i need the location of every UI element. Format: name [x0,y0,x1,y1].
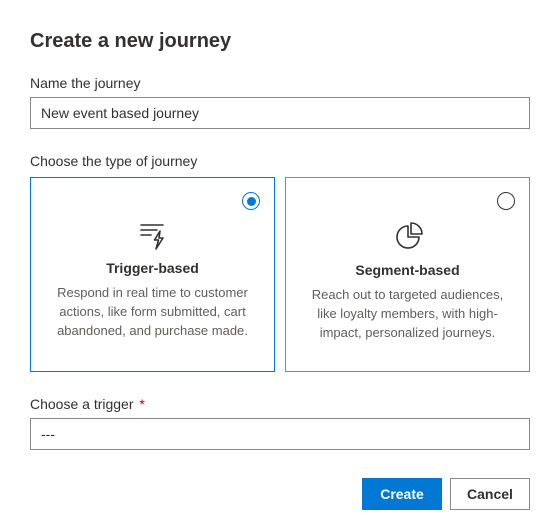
radio-unselected-icon [497,192,515,210]
cancel-button[interactable]: Cancel [450,478,530,510]
required-asterisk-icon: * [139,396,144,412]
journey-type-trigger-based[interactable]: Trigger-based Respond in real time to cu… [30,177,275,372]
trigger-input[interactable] [30,418,530,450]
journey-type-segment-based[interactable]: Segment-based Reach out to targeted audi… [285,177,530,372]
card-description: Respond in real time to customer actions… [47,284,258,341]
type-label: Choose the type of journey [30,153,530,169]
dialog-buttons: Create Cancel [30,478,530,510]
radio-selected-icon [242,192,260,210]
card-description: Reach out to targeted audiences, like lo… [302,286,513,343]
card-title: Segment-based [302,262,513,278]
trigger-icon [47,222,258,250]
name-label: Name the journey [30,75,530,91]
trigger-label: Choose a trigger * [30,396,530,412]
card-title: Trigger-based [47,260,258,276]
journey-name-input[interactable] [30,97,530,129]
create-button[interactable]: Create [362,478,442,510]
journey-type-options: Trigger-based Respond in real time to cu… [30,177,530,372]
page-title: Create a new journey [30,30,530,53]
segment-icon [302,222,513,252]
